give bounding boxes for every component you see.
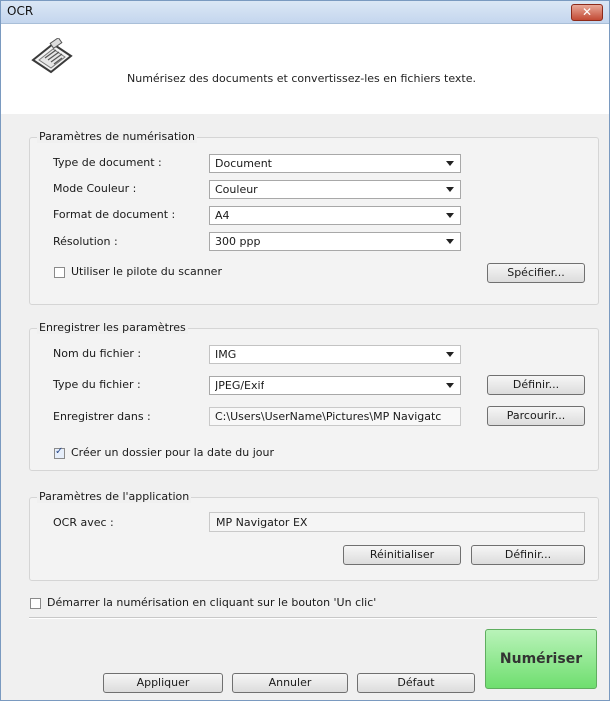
save-in-label: Enregistrer dans :	[53, 410, 151, 423]
scan-settings-title: Paramètres de numérisation	[37, 130, 198, 143]
date-folder-label[interactable]: Créer un dossier pour la date du jour	[71, 446, 274, 459]
specify-button[interactable]: Spécifier...	[487, 263, 585, 283]
resolution-value: 300 ppp	[215, 235, 261, 248]
resolution-label: Résolution :	[53, 235, 118, 248]
app-define-button[interactable]: Définir...	[471, 545, 585, 565]
default-button[interactable]: Défaut	[357, 673, 475, 693]
doc-size-value: A4	[215, 209, 230, 222]
divider	[29, 617, 597, 619]
app-settings-group	[29, 497, 599, 581]
doc-type-label: Type de document :	[53, 156, 162, 169]
chevron-down-icon	[446, 187, 454, 192]
doc-type-select[interactable]: Document	[209, 154, 461, 173]
filetype-define-button[interactable]: Définir...	[487, 375, 585, 395]
one-click-checkbox[interactable]	[30, 598, 41, 609]
doc-type-value: Document	[215, 157, 272, 170]
app-settings-title: Paramètres de l'application	[37, 490, 192, 503]
chevron-down-icon	[446, 383, 454, 388]
color-mode-value: Couleur	[215, 183, 258, 196]
header-area: Numérisez des documents et convertissez-…	[1, 24, 609, 114]
reset-button[interactable]: Réinitialiser	[343, 545, 461, 565]
filetype-label: Type du fichier :	[53, 378, 141, 391]
filename-value: IMG	[215, 348, 237, 361]
resolution-select[interactable]: 300 ppp	[209, 232, 461, 251]
filename-input[interactable]: IMG	[209, 345, 461, 364]
filetype-value: JPEG/Exif	[215, 379, 265, 392]
filetype-select[interactable]: JPEG/Exif	[209, 376, 461, 395]
ocr-with-label: OCR avec :	[53, 516, 114, 529]
apply-button[interactable]: Appliquer	[103, 673, 223, 693]
save-settings-title: Enregistrer les paramètres	[37, 321, 188, 334]
title-bar: OCR ✕	[1, 1, 609, 24]
close-button[interactable]: ✕	[571, 4, 603, 21]
date-folder-checkbox[interactable]	[54, 446, 65, 459]
doc-size-label: Format de document :	[53, 208, 176, 221]
chevron-down-icon	[446, 352, 454, 357]
scan-button[interactable]: Numériser	[485, 629, 597, 689]
ocr-dialog: OCR ✕ Numérisez des documents et convert…	[0, 0, 610, 701]
save-in-field[interactable]: C:\Users\UserName\Pictures\MP Navigatc	[209, 407, 461, 426]
ocr-with-value: MP Navigator EX	[216, 516, 308, 529]
chevron-down-icon	[446, 239, 454, 244]
filename-label: Nom du fichier :	[53, 347, 142, 360]
use-driver-label[interactable]: Utiliser le pilote du scanner	[71, 265, 222, 278]
browse-button[interactable]: Parcourir...	[487, 406, 585, 426]
save-in-value: C:\Users\UserName\Pictures\MP Navigatc	[215, 410, 442, 423]
scanner-document-icon	[31, 38, 73, 74]
window-title: OCR	[7, 4, 34, 18]
header-description: Numérisez des documents et convertissez-…	[127, 72, 476, 85]
color-mode-select[interactable]: Couleur	[209, 180, 461, 199]
use-driver-checkbox[interactable]	[54, 267, 65, 278]
color-mode-label: Mode Couleur :	[53, 182, 137, 195]
chevron-down-icon	[446, 161, 454, 166]
ocr-with-field: MP Navigator EX	[209, 512, 585, 532]
one-click-label[interactable]: Démarrer la numérisation en cliquant sur…	[47, 596, 376, 609]
cancel-button[interactable]: Annuler	[232, 673, 348, 693]
chevron-down-icon	[446, 213, 454, 218]
doc-size-select[interactable]: A4	[209, 206, 461, 225]
